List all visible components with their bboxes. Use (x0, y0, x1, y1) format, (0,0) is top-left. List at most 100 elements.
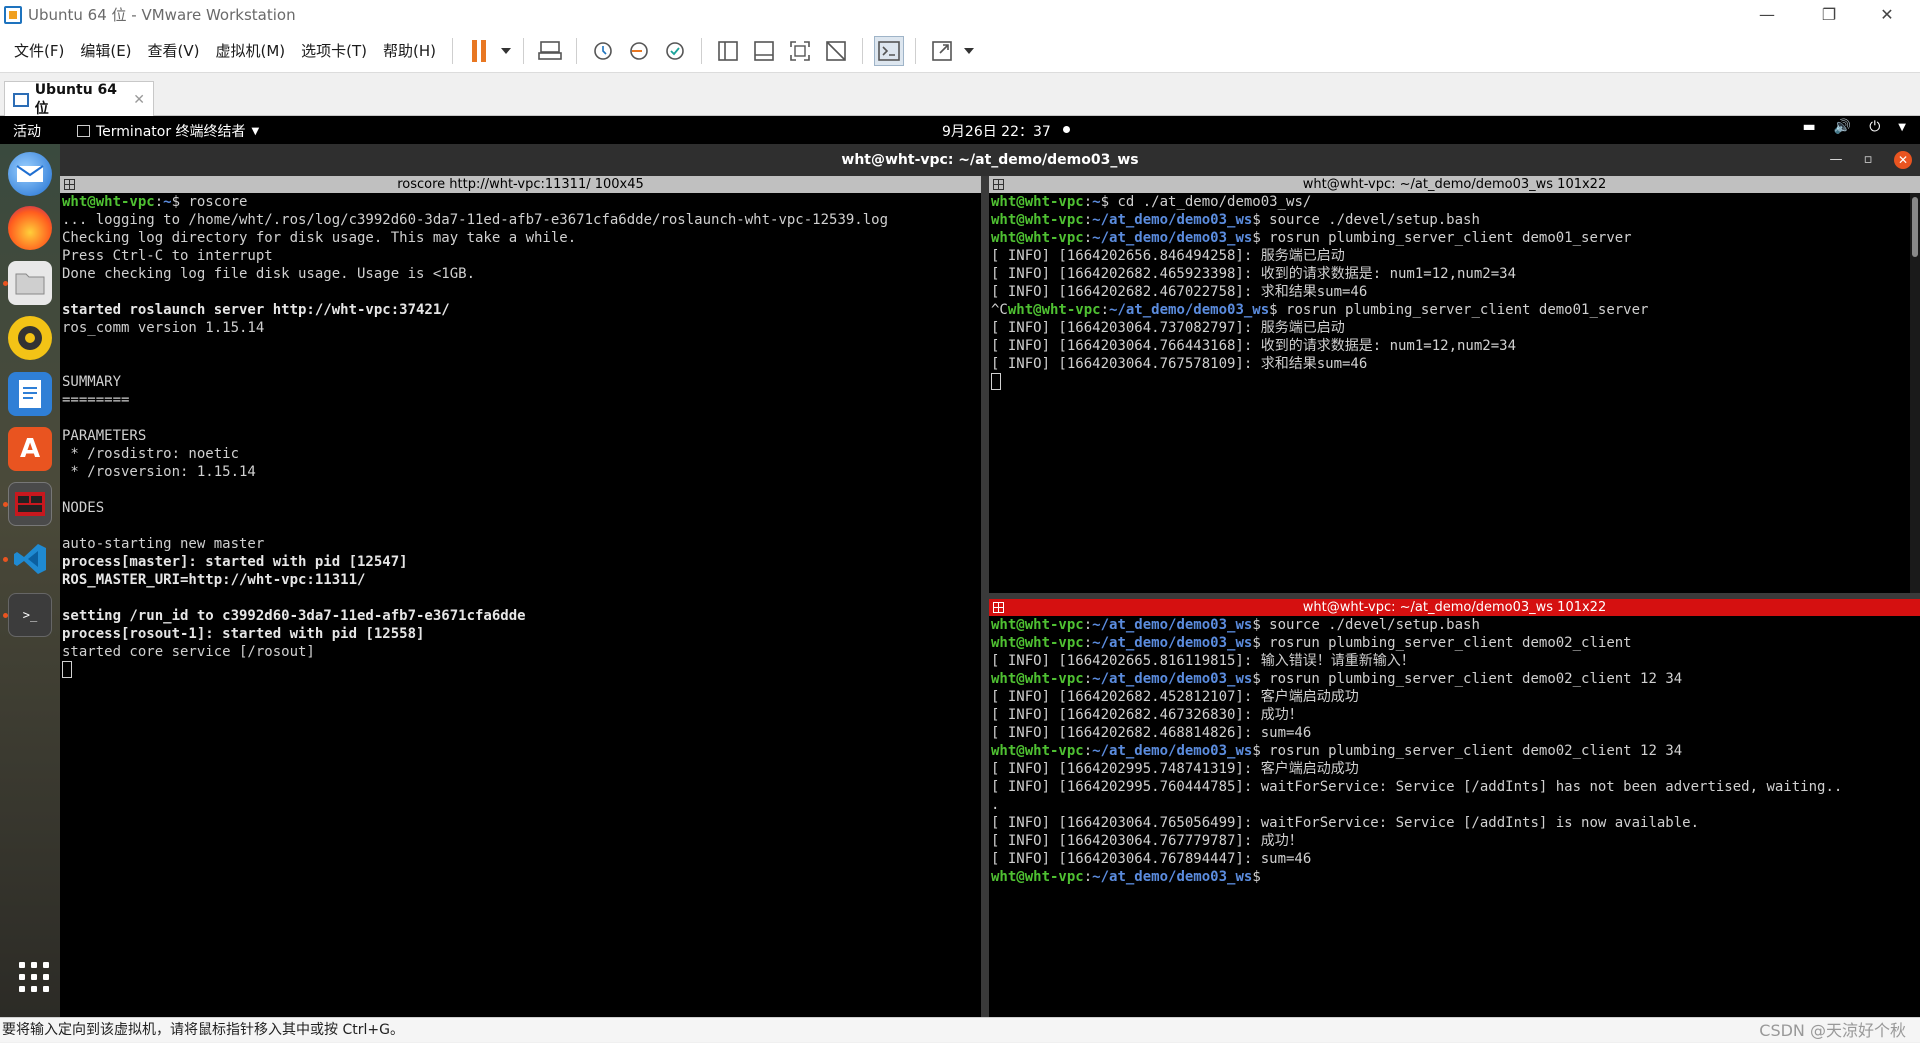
terminal-pane-bottom-right[interactable]: wht@wht-vpc: ~/at_demo/demo03_ws 101x22 … (989, 599, 1920, 1017)
prompt-user: wht@wht-vpc (991, 743, 1084, 759)
prompt-path: ~/at_demo/demo03_ws (1092, 869, 1253, 885)
chevron-down-icon: ▼ (251, 125, 260, 137)
toolbar-separator (701, 37, 703, 64)
pause-dropdown-icon[interactable] (501, 47, 512, 54)
stretch-dropdown-icon[interactable] (964, 47, 975, 54)
close-icon[interactable]: ✕ (1894, 151, 1912, 169)
grid-icon[interactable] (64, 179, 75, 190)
prompt-command: $ rosrun plumbing_server_client demo02_c… (1252, 743, 1683, 759)
prompt-path: ~/at_demo/demo03_ws (1092, 635, 1253, 651)
pane-title-bar: wht@wht-vpc: ~/at_demo/demo03_ws 101x22 (989, 176, 1920, 193)
menu-edit[interactable]: 编辑(E) (72, 40, 139, 61)
prompt-colon: : (154, 194, 164, 210)
files-icon[interactable] (8, 261, 52, 305)
prompt-path: ~/at_demo/demo03_ws (1109, 302, 1270, 318)
vscode-icon[interactable] (8, 537, 52, 581)
activities-button[interactable]: 活动 (13, 121, 41, 141)
pause-icon[interactable] (464, 36, 494, 66)
prompt-command: $ rosrun plumbing_server_client demo01_s… (1269, 302, 1649, 318)
terminal-line: ^Cwht@wht-vpc:~/at_demo/demo03_ws$ rosru… (991, 301, 1920, 319)
stretch-icon[interactable] (927, 36, 957, 66)
prompt-command: $ rosrun plumbing_server_client demo01_s… (1252, 230, 1632, 246)
scroll-thumb[interactable] (1912, 197, 1918, 257)
rhythmbox-icon[interactable] (8, 316, 52, 360)
terminal-line: [ INFO] [1664203064.737082797]: 服务端已启动 (991, 320, 1345, 336)
gnome-top-bar: 活动 Terminator 终端终结者 ▼ 9月26日 22：37 ▬ 🔊 ⏻ … (0, 116, 1920, 144)
prompt-user: wht@wht-vpc (991, 635, 1084, 651)
scrollbar[interactable] (1910, 193, 1920, 593)
library-view-icon[interactable] (713, 36, 743, 66)
terminal-pane-left[interactable]: roscore http://wht-vpc:11311/ 100x45 wht… (60, 176, 981, 1017)
pane-splitter[interactable] (981, 176, 989, 1017)
menu-help[interactable]: 帮助(H) (375, 40, 444, 61)
interrupt-marker: ^C (991, 302, 1008, 318)
terminal-line: setting /run_id to c3992d60-3da7-11ed-af… (62, 608, 526, 624)
terminal-line: auto-starting new master (62, 536, 265, 552)
firefox-icon[interactable] (8, 206, 52, 250)
show-apps-icon[interactable] (19, 962, 49, 992)
prompt-colon: : (1100, 302, 1110, 318)
terminal-line: [ INFO] [1664202682.467022758]: 求和结果sum=… (991, 284, 1368, 300)
clock[interactable]: 9月26日 22：37 (942, 121, 1051, 141)
software-center-icon[interactable]: A (8, 427, 52, 471)
running-indicator (3, 281, 8, 286)
guest-display[interactable]: 活动 Terminator 终端终结者 ▼ 9月26日 22：37 ▬ 🔊 ⏻ … (0, 116, 1920, 1017)
menu-tabs[interactable]: 选项卡(T) (293, 40, 375, 61)
terminal-line: ======== (62, 392, 130, 408)
terminal-line: [ INFO] [1664202995.748741319]: 客户端启动成功 (991, 761, 1359, 777)
notification-dot (1063, 126, 1070, 133)
grid-icon[interactable] (993, 179, 1004, 190)
console-view-icon[interactable] (874, 35, 905, 66)
snapshot-manager-icon[interactable] (660, 36, 690, 66)
terminal-output[interactable]: wht@wht-vpc:~$ cd ./at_demo/demo03_ws/wh… (989, 193, 1920, 593)
system-tray[interactable]: ▬ 🔊 ⏻ ▼ (1803, 119, 1906, 135)
tab-label: Ubuntu 64 位 (34, 81, 118, 117)
minimize-icon[interactable]: — (1822, 144, 1850, 176)
restore-button[interactable]: ❐ (1800, 0, 1858, 29)
send-keys-icon[interactable] (535, 36, 565, 66)
terminal-line: [ INFO] [1664203064.765056499]: waitForS… (991, 815, 1700, 831)
tab-close-icon[interactable]: ✕ (133, 92, 145, 108)
prompt-path: ~/at_demo/demo03_ws (1092, 671, 1253, 687)
tab-ubuntu[interactable]: Ubuntu 64 位 ✕ (4, 81, 154, 117)
terminal-output[interactable]: wht@wht-vpc:~$ roscore... logging to /ho… (60, 193, 981, 1017)
prompt-user: wht@wht-vpc (1007, 302, 1101, 318)
revert-snapshot-icon[interactable] (624, 36, 654, 66)
terminal-line: [ INFO] [1664202682.465923398]: 收到的请求数据是… (991, 266, 1517, 282)
terminal-icon[interactable]: >_ (8, 593, 52, 637)
close-button[interactable]: ✕ (1858, 0, 1916, 29)
thunderbird-icon[interactable] (8, 152, 52, 196)
terminal-line: [ INFO] [1664202995.760444785]: waitForS… (991, 779, 1843, 795)
libreoffice-writer-icon[interactable] (8, 372, 52, 416)
menu-view[interactable]: 查看(V) (140, 40, 208, 61)
app-menu[interactable]: Terminator 终端终结者 ▼ (77, 121, 259, 141)
vmware-tab-bar: Ubuntu 64 位 ✕ (0, 73, 1920, 117)
menu-vm[interactable]: 虚拟机(M) (208, 40, 294, 61)
prompt-colon: : (1083, 230, 1093, 246)
minimize-button[interactable]: — (1738, 0, 1796, 29)
terminal-output[interactable]: wht@wht-vpc:~/at_demo/demo03_ws$ source … (989, 616, 1920, 1017)
terminal-line (991, 373, 1920, 391)
terminal-line: wht@wht-vpc:~/at_demo/demo03_ws$ rosrun … (991, 670, 1920, 688)
terminal-line: wht@wht-vpc:~/at_demo/demo03_ws$ source … (991, 211, 1920, 229)
terminal-line: [ INFO] [1664202682.452812107]: 客户端启动成功 (991, 689, 1359, 705)
toolbar-separator (523, 37, 525, 64)
running-indicator (3, 613, 8, 618)
terminal-line: [ INFO] [1664202656.846494258]: 服务端已启动 (991, 248, 1345, 264)
status-text: 要将输入定向到该虚拟机，请将鼠标指针移入其中或按 Ctrl+G。 (2, 1022, 404, 1038)
prompt-colon: : (1083, 869, 1093, 885)
prompt-colon: : (1083, 671, 1093, 687)
maximize-icon[interactable]: ▫ (1854, 144, 1882, 176)
menu-file[interactable]: 文件(F) (6, 40, 72, 61)
toolbar-separator (452, 37, 454, 64)
thumbnail-view-icon[interactable] (749, 36, 779, 66)
snapshot-icon[interactable] (588, 36, 618, 66)
fullscreen-icon[interactable] (785, 36, 815, 66)
terminal-line: process[rosout-1]: started with pid [125… (62, 626, 425, 642)
terminal-pane-top-right[interactable]: wht@wht-vpc: ~/at_demo/demo03_ws 101x22 … (989, 176, 1920, 593)
unity-icon[interactable] (821, 36, 851, 66)
vmware-title-bar: Ubuntu 64 位 - VMware Workstation — ❐ ✕ (0, 0, 1920, 29)
grid-icon[interactable] (993, 602, 1004, 613)
terminator-icon[interactable] (8, 482, 52, 526)
prompt-command: $ source ./devel/setup.bash (1252, 212, 1480, 228)
